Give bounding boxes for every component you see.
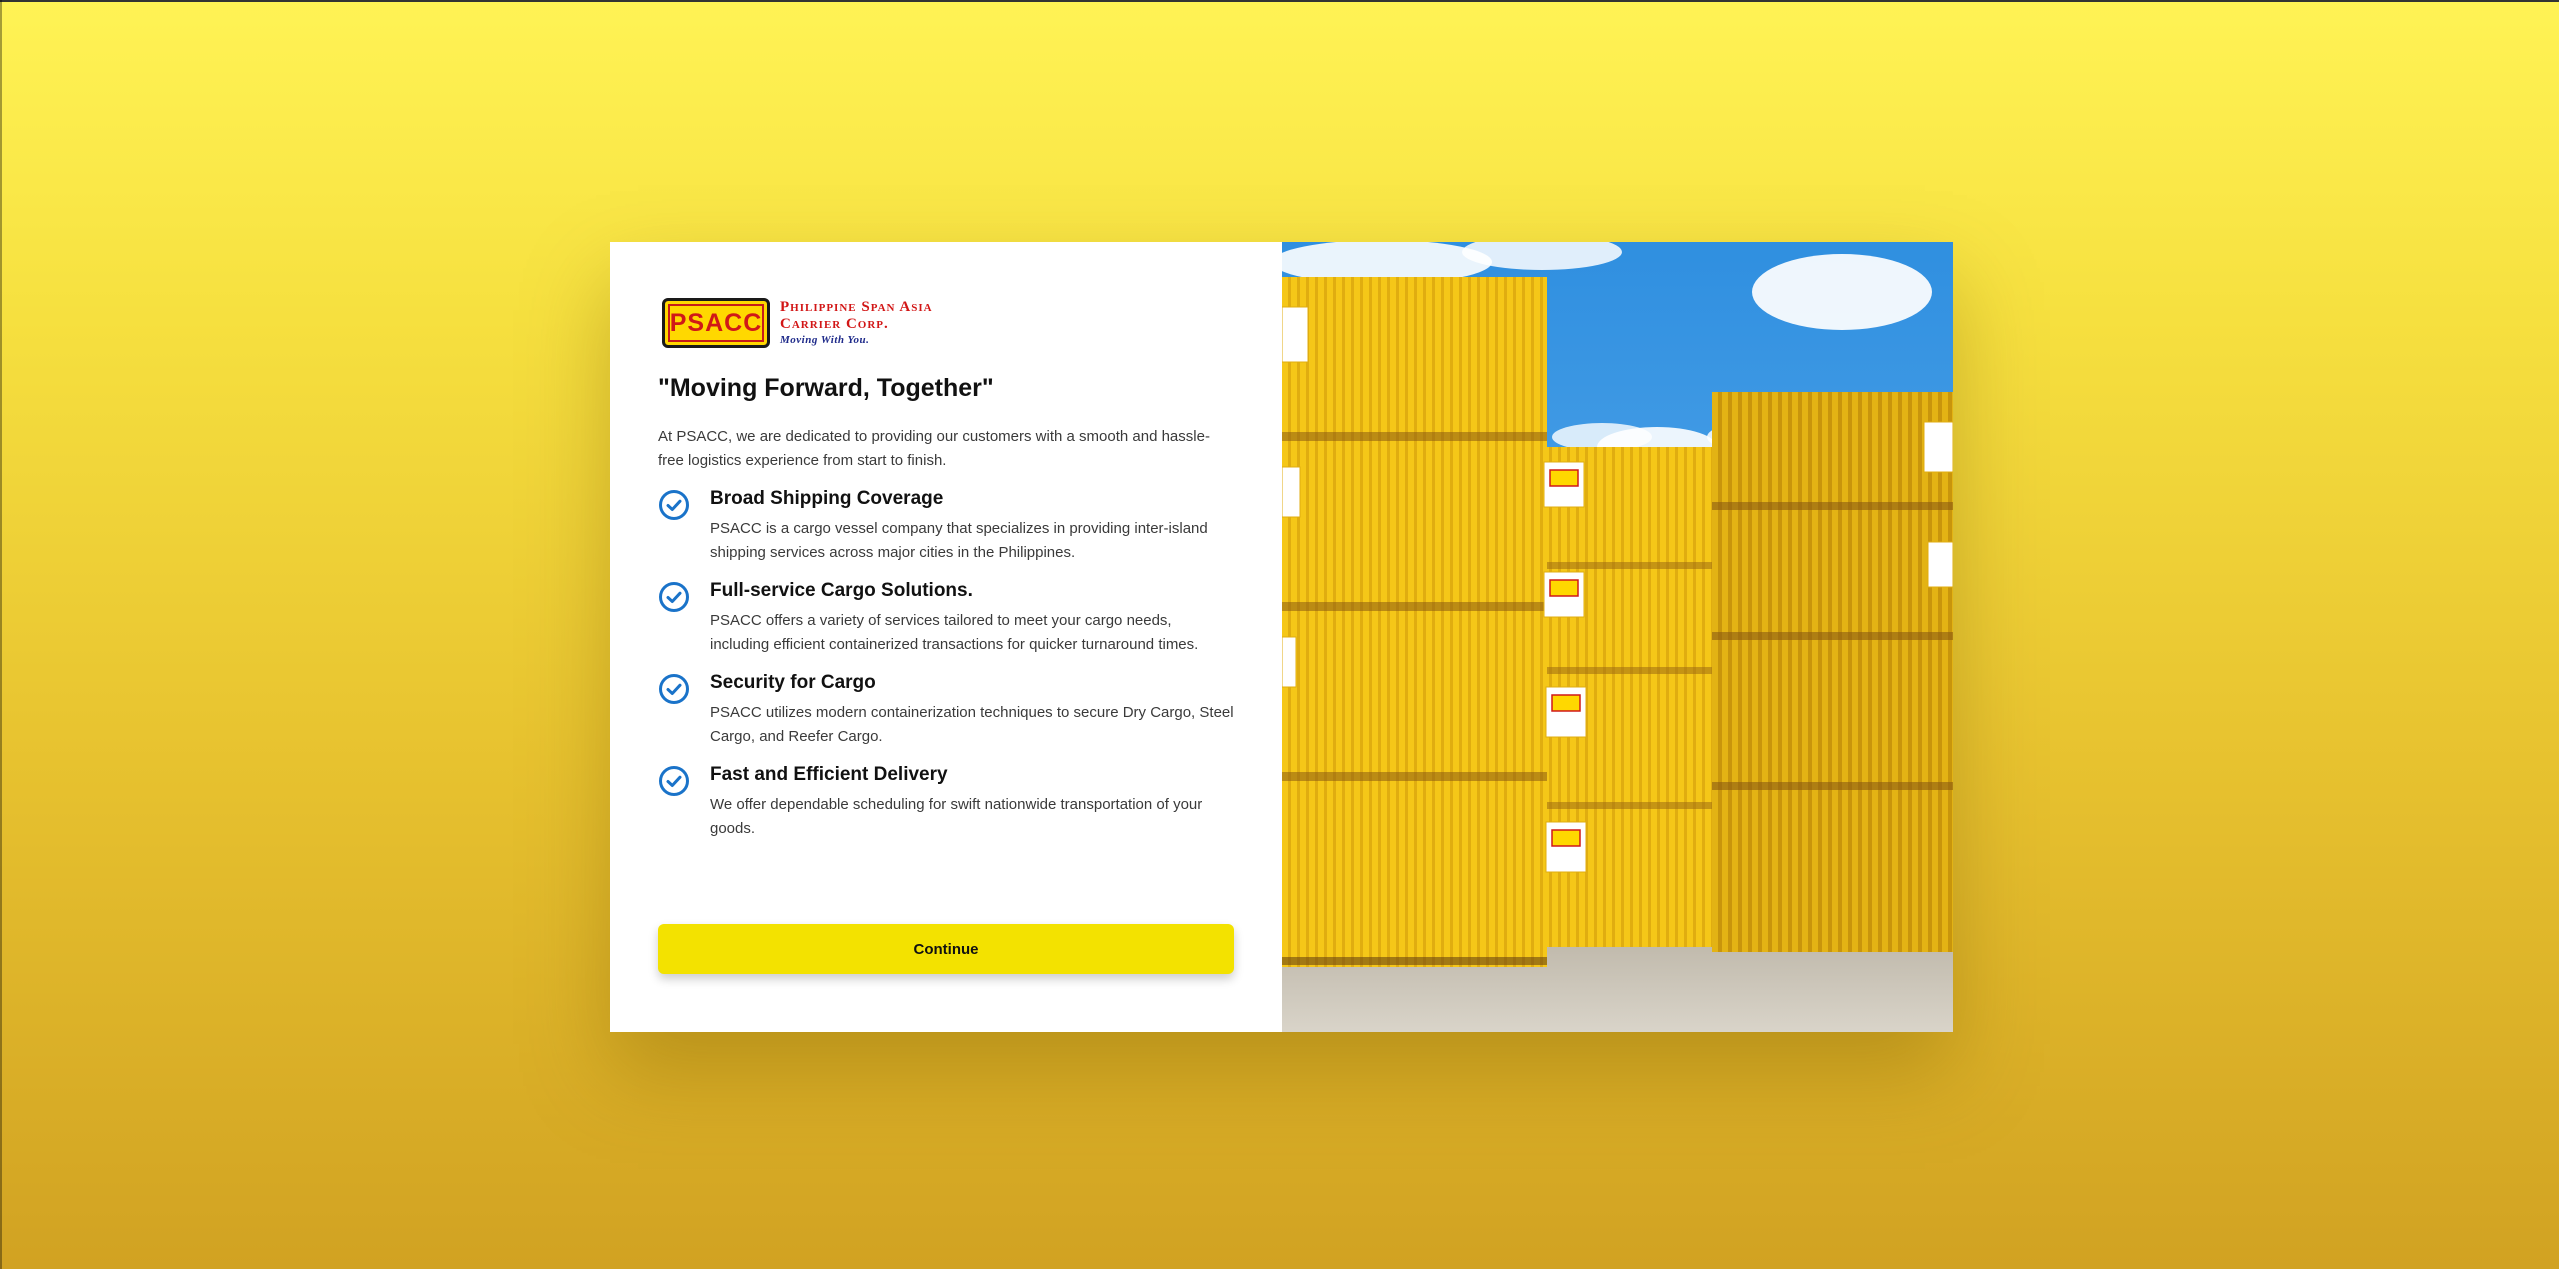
shipping-containers-photo bbox=[1282, 242, 1953, 1032]
check-circle-icon bbox=[659, 766, 689, 796]
logo-wordmark: Philippine Span Asia Carrier Corp. Movin… bbox=[780, 300, 933, 346]
feature-body: Broad Shipping Coverage PSACC is a cargo… bbox=[710, 487, 1234, 565]
check-circle-icon bbox=[659, 490, 689, 520]
feature-body: Fast and Efficient Delivery We offer dep… bbox=[710, 763, 1234, 841]
feature-title: Fast and Efficient Delivery bbox=[710, 764, 948, 785]
window-top-border bbox=[0, 0, 2559, 2]
check-circle-icon bbox=[659, 582, 689, 612]
feature-title: Security for Cargo bbox=[710, 672, 876, 693]
feature-title: Full-service Cargo Solutions. bbox=[710, 580, 973, 601]
modal-content-panel: PSACC Philippine Span Asia Carrier Corp.… bbox=[610, 242, 1282, 1032]
logo-company-line2: Carrier Corp. bbox=[780, 316, 889, 332]
feature-item: Full-service Cargo Solutions. PSACC offe… bbox=[658, 579, 1234, 657]
feature-body: Full-service Cargo Solutions. PSACC offe… bbox=[710, 579, 1234, 657]
logo-company-line1: Philippine Span Asia bbox=[780, 299, 933, 315]
welcome-modal: PSACC Philippine Span Asia Carrier Corp.… bbox=[610, 242, 1953, 1032]
feature-body: Security for Cargo PSACC utilizes modern… bbox=[710, 671, 1234, 749]
feature-item: Broad Shipping Coverage PSACC is a cargo… bbox=[658, 487, 1234, 565]
feature-description: PSACC is a cargo vessel company that spe… bbox=[710, 520, 1208, 561]
check-circle-icon bbox=[659, 674, 689, 704]
logo-tagline: Moving With You. bbox=[780, 334, 870, 346]
feature-description: We offer dependable scheduling for swift… bbox=[710, 796, 1203, 837]
feature-description: PSACC utilizes modern containerization t… bbox=[710, 704, 1234, 745]
logo-mark-text: PSACC bbox=[669, 308, 763, 337]
page-title: "Moving Forward, Together" bbox=[658, 374, 994, 402]
feature-description: PSACC offers a variety of services tailo… bbox=[710, 612, 1199, 653]
intro-text: At PSACC, we are dedicated to providing … bbox=[658, 428, 1210, 469]
window-left-border bbox=[0, 0, 2, 1269]
feature-item: Fast and Efficient Delivery We offer dep… bbox=[658, 763, 1234, 841]
psacc-logo-mark: PSACC bbox=[662, 298, 770, 348]
feature-item: Security for Cargo PSACC utilizes modern… bbox=[658, 671, 1234, 749]
feature-title: Broad Shipping Coverage bbox=[710, 488, 944, 509]
psacc-logo: PSACC Philippine Span Asia Carrier Corp.… bbox=[662, 294, 1234, 352]
containers-illustration bbox=[1282, 242, 1953, 1032]
continue-button[interactable]: Continue bbox=[658, 924, 1234, 974]
